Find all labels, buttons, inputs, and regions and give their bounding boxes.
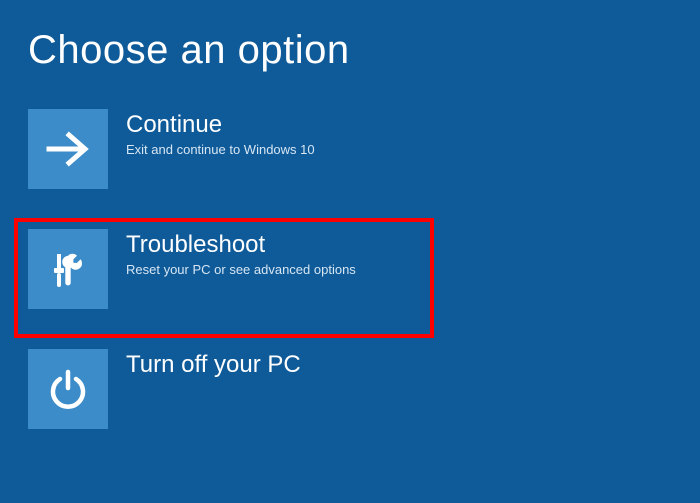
troubleshoot-option[interactable]: Troubleshoot Reset your PC or see advanc… — [28, 229, 428, 319]
turnoff-icon-box — [28, 349, 108, 429]
continue-text: Continue Exit and continue to Windows 10 — [108, 109, 315, 157]
troubleshoot-icon-box — [28, 229, 108, 309]
continue-desc: Exit and continue to Windows 10 — [126, 142, 315, 157]
troubleshoot-text: Troubleshoot Reset your PC or see advanc… — [108, 229, 356, 277]
continue-title: Continue — [126, 111, 315, 140]
arrow-right-icon — [43, 124, 93, 174]
turnoff-text: Turn off your PC — [108, 349, 301, 382]
continue-icon-box — [28, 109, 108, 189]
turnoff-title: Turn off your PC — [126, 351, 301, 380]
turnoff-option[interactable]: Turn off your PC — [28, 349, 428, 439]
continue-option[interactable]: Continue Exit and continue to Windows 10 — [28, 109, 428, 199]
options-list: Continue Exit and continue to Windows 10 — [0, 73, 700, 439]
page-title: Choose an option — [0, 0, 700, 73]
power-icon — [43, 364, 93, 414]
troubleshoot-desc: Reset your PC or see advanced options — [126, 262, 356, 277]
tools-icon — [43, 244, 93, 294]
troubleshoot-title: Troubleshoot — [126, 231, 356, 260]
